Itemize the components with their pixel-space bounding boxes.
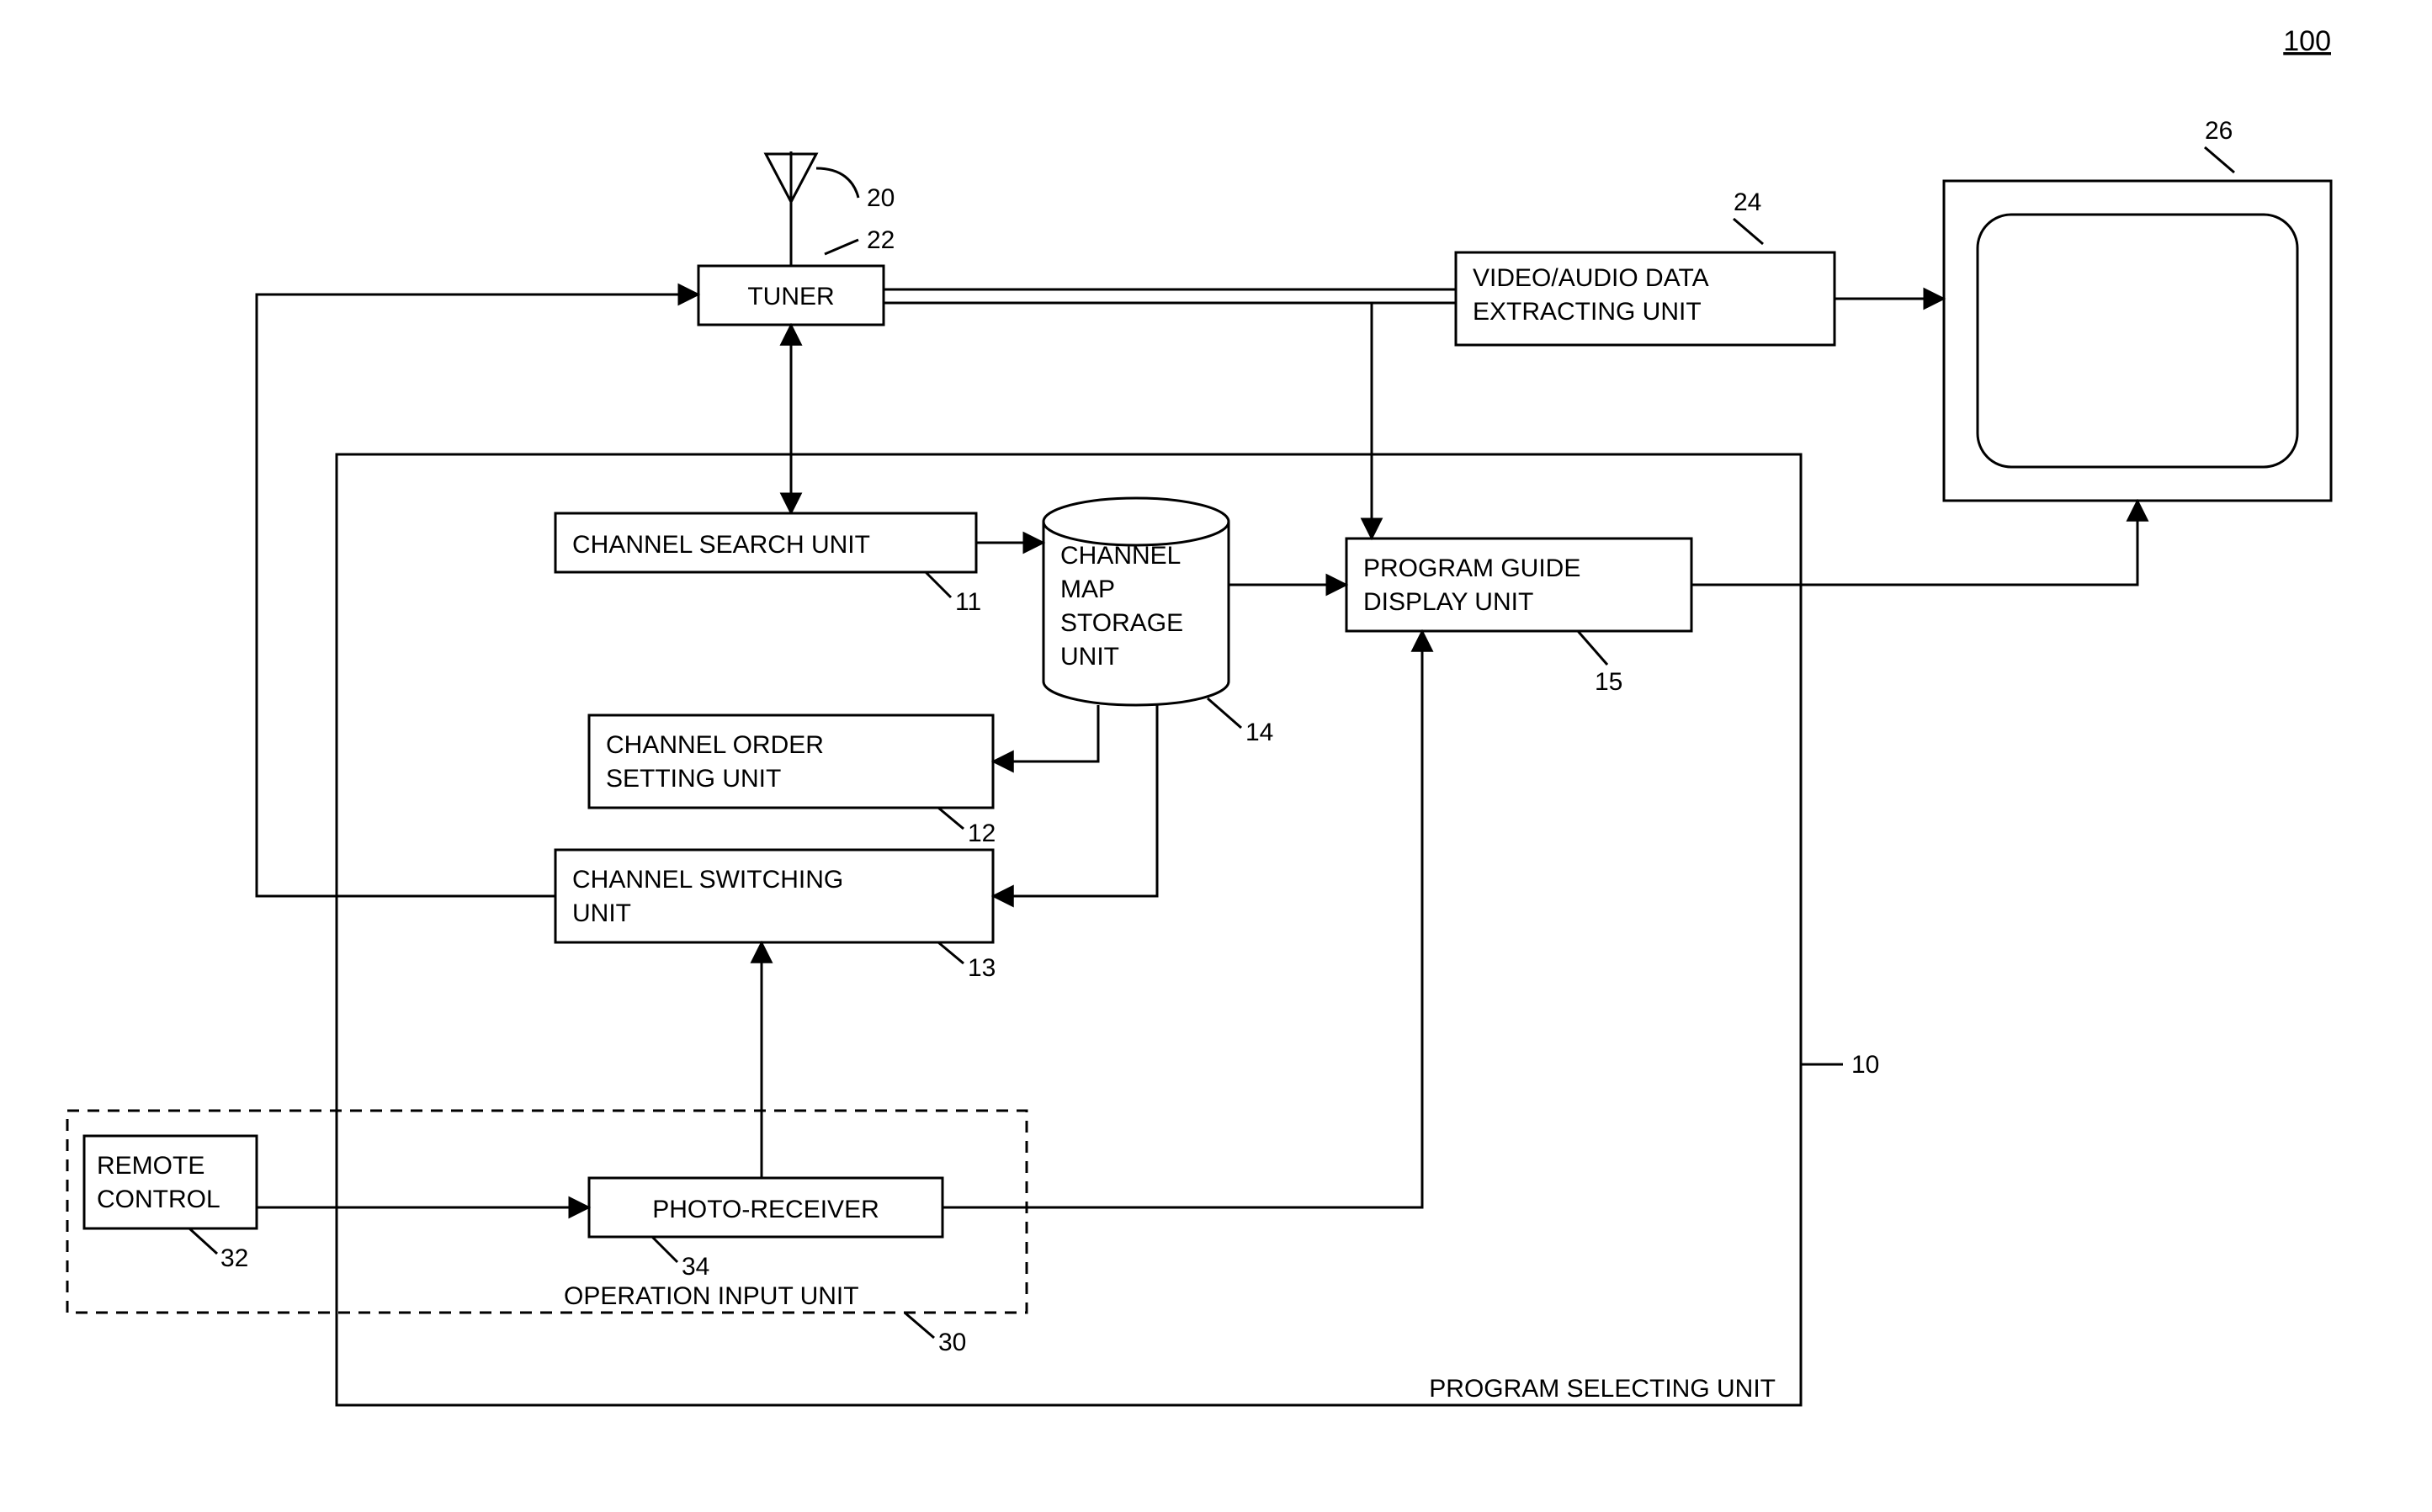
remote-ref: 32 <box>220 1244 248 1272</box>
remote-l2: CONTROL <box>97 1186 220 1213</box>
photorx-ref: 34 <box>682 1253 709 1281</box>
pgd-l1: PROGRAM GUIDE <box>1363 554 1580 582</box>
antenna-icon <box>766 151 816 252</box>
psu-ref: 10 <box>1851 1051 1879 1079</box>
pgd-ref: 15 <box>1595 668 1622 696</box>
pgd-l2: DISPLAY UNIT <box>1363 588 1533 616</box>
remote-box <box>84 1136 257 1228</box>
cms-l2: MAP <box>1060 576 1115 603</box>
videoaudio-ref: 24 <box>1734 188 1761 216</box>
csu-ref: 11 <box>955 588 981 616</box>
csw-l1: CHANNEL SWITCHING <box>572 866 843 894</box>
cos-box <box>589 715 993 808</box>
opinput-label: OPERATION INPUT UNIT <box>564 1282 859 1310</box>
remote-leader <box>189 1228 217 1254</box>
cms-l1: CHANNEL <box>1060 542 1181 570</box>
cms-ref: 14 <box>1245 719 1273 746</box>
tuner-label: TUNER <box>747 283 834 310</box>
antenna-leader <box>816 168 858 198</box>
remote-l1: REMOTE <box>97 1152 204 1180</box>
va-leader <box>1734 219 1763 244</box>
antenna-ref: 20 <box>867 184 895 212</box>
videoaudio-label1: VIDEO/AUDIO DATA <box>1473 264 1709 292</box>
tv-ref: 26 <box>2205 117 2233 145</box>
psu-caption: PROGRAM SELECTING UNIT <box>1429 1375 1776 1403</box>
cos-l1: CHANNEL ORDER <box>606 731 824 759</box>
figure-number: 100 <box>2283 25 2331 57</box>
tv-leader <box>2205 147 2234 172</box>
opinput-ref: 30 <box>938 1329 966 1356</box>
csw-ref: 13 <box>968 954 996 982</box>
tv-screen <box>1978 215 2297 467</box>
tuner-num-leader <box>825 240 858 254</box>
cms-l4: UNIT <box>1060 643 1119 671</box>
cms-l3: STORAGE <box>1060 609 1183 637</box>
tuner-ref: 22 <box>867 226 895 254</box>
pgd-box <box>1346 538 1691 631</box>
csw-box <box>555 850 993 942</box>
csw-l2: UNIT <box>572 899 631 927</box>
csu-label: CHANNEL SEARCH UNIT <box>572 531 870 559</box>
photorx-label: PHOTO-RECEIVER <box>652 1196 879 1223</box>
cos-ref: 12 <box>968 820 996 847</box>
cos-l2: SETTING UNIT <box>606 765 781 793</box>
videoaudio-label2: EXTRACTING UNIT <box>1473 298 1702 326</box>
